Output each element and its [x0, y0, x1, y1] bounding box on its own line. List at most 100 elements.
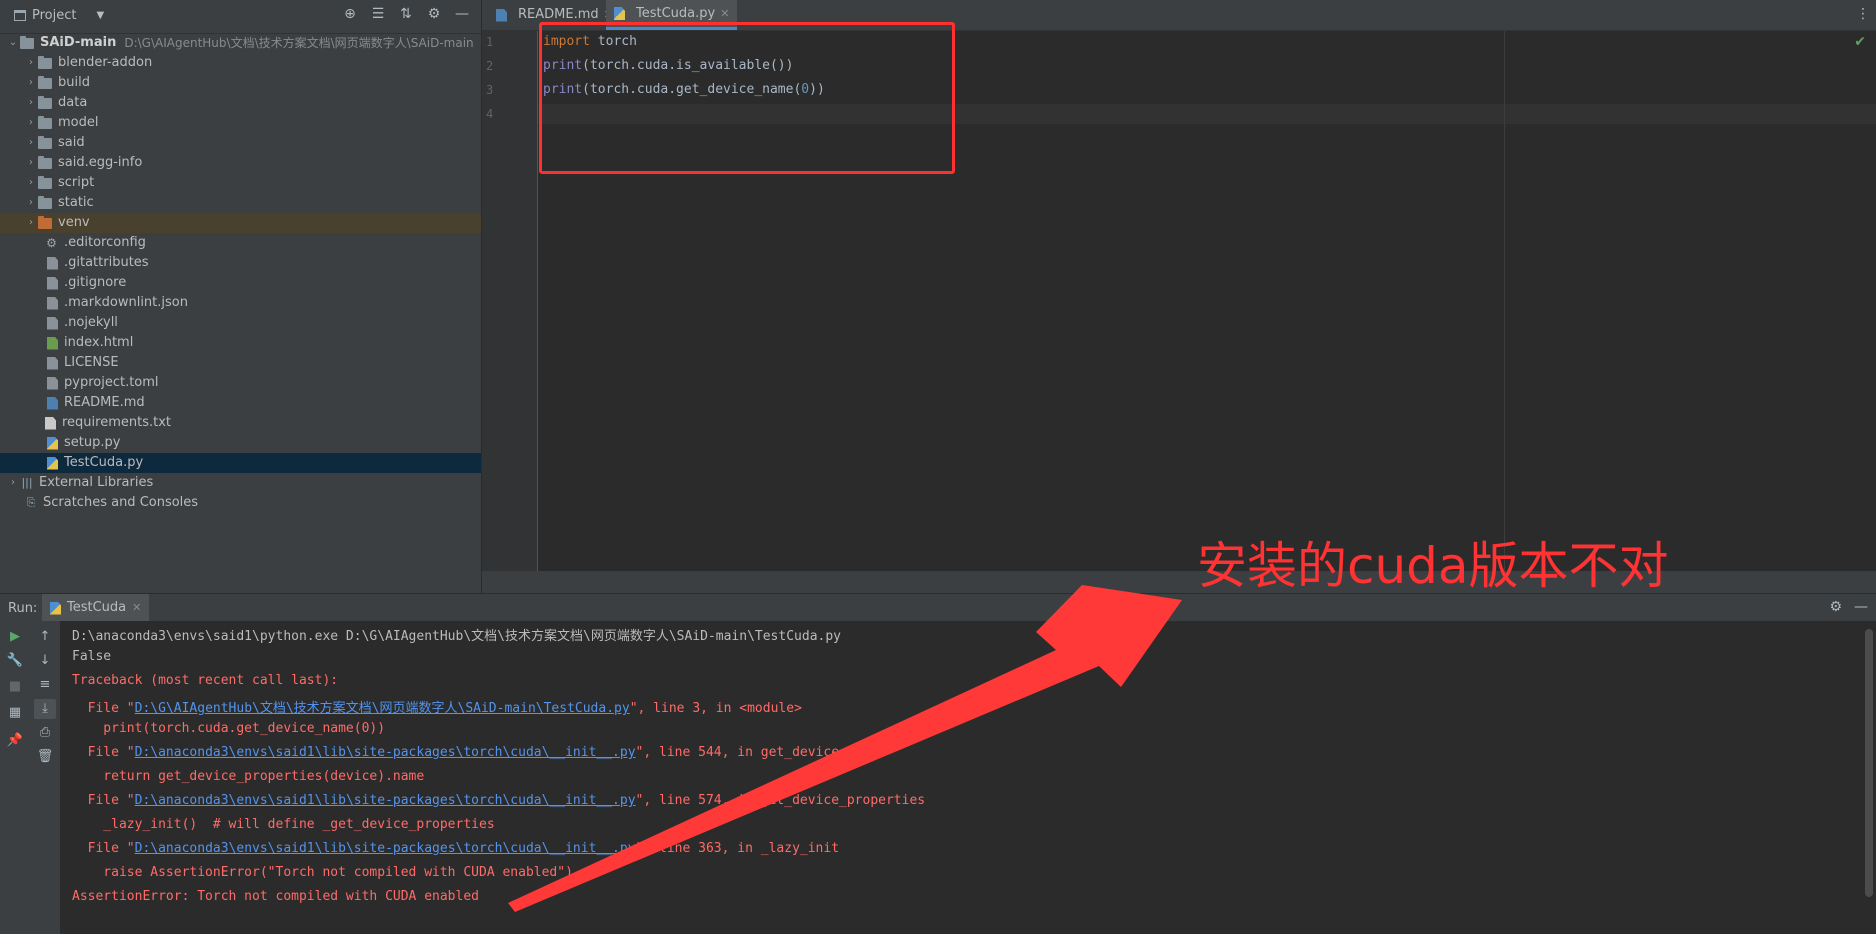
folder-icon [38, 175, 52, 189]
requirements-file-icon [45, 416, 56, 430]
pin-icon[interactable]: 📌 [4, 731, 26, 751]
rerun-icon[interactable]: ▶ [4, 627, 26, 647]
tree-root[interactable]: ⌄ SAiD-main D:\G\AIAgentHub\文档\技术方案文档\网页… [0, 33, 481, 53]
console-scrollbar[interactable] [1865, 629, 1873, 897]
tree-external-libraries[interactable]: › ||| External Libraries [0, 473, 481, 493]
project-view-selector[interactable]: Project ▼ [14, 8, 104, 23]
tree-folder-venv[interactable]: › venv [0, 213, 481, 233]
file-label: .gitattributes [64, 255, 149, 270]
gear-icon[interactable]: ⚙ [425, 6, 443, 22]
stop-icon[interactable]: ■ [4, 677, 26, 697]
layout-icon[interactable]: ▦ [4, 703, 26, 723]
chevron-right-icon[interactable]: › [24, 133, 38, 153]
chevron-down-icon[interactable]: ▼ [96, 10, 104, 21]
tree-file-selected[interactable]: TestCuda.py [0, 453, 481, 473]
inspection-ok-icon[interactable]: ✔ [1854, 34, 1866, 50]
close-icon[interactable]: ✕ [132, 594, 141, 622]
line-number: 1 [486, 35, 494, 49]
root-folder-name: SAiD-main [40, 35, 117, 50]
file-label: TestCuda.py [64, 455, 144, 470]
folder-label: blender-addon [58, 55, 153, 70]
folder-icon [20, 35, 34, 49]
more-icon[interactable]: ⋮ [1856, 6, 1870, 22]
tree-folder[interactable]: › script [0, 173, 481, 193]
file-label: .gitignore [64, 275, 127, 290]
folder-label: build [58, 75, 90, 90]
tree-folder[interactable]: › said.egg-info [0, 153, 481, 173]
expand-all-icon[interactable]: ☰ [369, 6, 387, 22]
tree-file[interactable]: index.html [0, 333, 481, 353]
gear-icon[interactable]: ⚙ [1829, 599, 1842, 615]
text-file-icon [47, 276, 58, 290]
folder-icon [38, 55, 52, 69]
tree-folder[interactable]: › said [0, 133, 481, 153]
chevron-right-icon[interactable]: › [24, 93, 38, 113]
file-label: index.html [64, 335, 134, 350]
tree-file[interactable]: requirements.txt [0, 413, 481, 433]
chevron-right-icon[interactable]: › [24, 173, 38, 193]
chevron-right-icon[interactable]: › [24, 213, 38, 233]
file-link[interactable]: D:\G\AIAgentHub\文档\技术方案文档\网页端数字人\SAiD-ma… [135, 701, 630, 716]
frame-prefix: File " [72, 745, 135, 760]
html-file-icon [47, 336, 58, 350]
hide-icon[interactable]: — [453, 6, 471, 22]
line-number: 2 [486, 59, 494, 73]
tree-file[interactable]: setup.py [0, 433, 481, 453]
chevron-right-icon[interactable]: › [24, 153, 38, 173]
tree-file[interactable]: .nojekyll [0, 313, 481, 333]
run-toolbar-primary: ▶ 🔧 ■ ▦ 📌 [0, 621, 30, 934]
chevron-right-icon[interactable]: › [6, 473, 20, 493]
file-link[interactable]: D:\anaconda3\envs\said1\lib\site-package… [135, 793, 636, 808]
tree-file[interactable]: README.md [0, 393, 481, 413]
arrow-up-icon[interactable]: ↑ [34, 627, 56, 647]
chevron-right-icon[interactable]: › [24, 193, 38, 213]
locate-file-icon[interactable]: ⊕ [341, 6, 359, 22]
file-link[interactable]: D:\anaconda3\envs\said1\lib\site-package… [135, 745, 636, 760]
tree-file[interactable]: pyproject.toml [0, 373, 481, 393]
chevron-right-icon[interactable]: › [24, 73, 38, 93]
tree-scratches[interactable]: ⎘ Scratches and Consoles [0, 493, 481, 513]
tree-folder[interactable]: › model [0, 113, 481, 133]
file-link[interactable]: D:\anaconda3\envs\said1\lib\site-package… [135, 841, 636, 856]
tree-file[interactable]: .gitattributes [0, 253, 481, 273]
scroll-to-end-icon[interactable]: ⤓ [34, 699, 56, 719]
chevron-right-icon[interactable]: › [24, 53, 38, 73]
console-traceback-code: print(torch.cuda.get_device_name(0)) [72, 721, 386, 736]
folder-icon [38, 195, 52, 209]
frame-suffix: ", line 363, in _lazy_init [635, 841, 840, 856]
console-traceback-frame: File "D:\anaconda3\envs\said1\lib\site-p… [72, 745, 879, 760]
run-tab-testcuda[interactable]: TestCuda ✕ [42, 594, 150, 622]
python-file-icon [47, 456, 58, 470]
wrench-icon[interactable]: 🔧 [4, 651, 26, 671]
tree-file[interactable]: ⚙ .editorconfig [0, 233, 481, 253]
hide-icon[interactable]: — [1854, 599, 1868, 615]
folder-label: data [58, 95, 88, 110]
right-margin-guide [1504, 31, 1505, 571]
tree-folder[interactable]: › data [0, 93, 481, 113]
frame-prefix: File " [72, 793, 135, 808]
chevron-down-icon[interactable]: ⌄ [6, 33, 20, 53]
line-gutter: 1 2 3 4 [482, 31, 538, 571]
console-output[interactable]: D:\anaconda3\envs\said1\python.exe D:\G\… [61, 621, 1876, 934]
tree-file[interactable]: LICENSE [0, 353, 481, 373]
file-label: .nojekyll [64, 315, 118, 330]
text-file-icon [47, 256, 58, 270]
run-tab-label: TestCuda [67, 600, 127, 615]
console-traceback-frame: File "D:\anaconda3\envs\said1\lib\site-p… [72, 841, 839, 856]
file-label: requirements.txt [62, 415, 172, 430]
markdown-file-icon [496, 8, 507, 22]
tree-file[interactable]: .gitignore [0, 273, 481, 293]
chevron-right-icon[interactable]: › [24, 113, 38, 133]
frame-suffix: ", line 574, in get_device_properties [635, 793, 926, 808]
arrow-down-icon[interactable]: ↓ [34, 651, 56, 671]
soft-wrap-icon[interactable]: ≡ [34, 675, 56, 695]
file-label: pyproject.toml [64, 375, 159, 390]
collapse-all-icon[interactable]: ⇅ [397, 6, 415, 22]
trash-icon[interactable]: 🗑 [34, 747, 56, 767]
tree-file[interactable]: .markdownlint.json [0, 293, 481, 313]
tree-folder[interactable]: › static [0, 193, 481, 213]
print-icon[interactable]: ⎙ [34, 723, 56, 743]
tree-folder[interactable]: › build [0, 73, 481, 93]
tree-folder[interactable]: › blender-addon [0, 53, 481, 73]
line-number: 3 [486, 83, 494, 97]
